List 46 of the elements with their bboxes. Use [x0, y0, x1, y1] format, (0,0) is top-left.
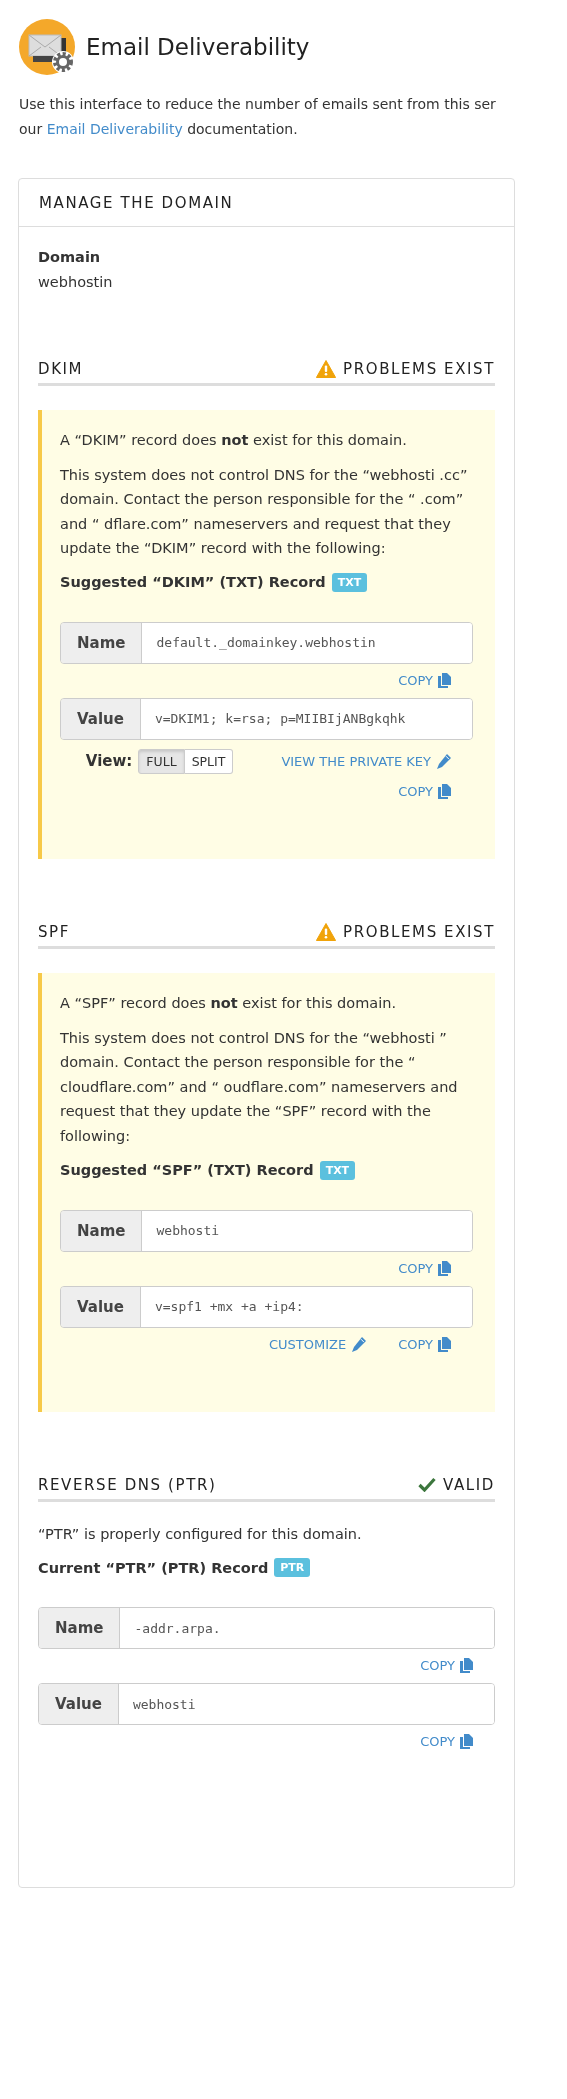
- section-heading: DKIM: [38, 360, 84, 378]
- copy-link[interactable]: COPY: [398, 783, 451, 799]
- check-icon: [418, 1477, 437, 1493]
- status-label: PROBLEMS EXIST: [343, 360, 495, 378]
- section-heading: REVERSE DNS (PTR): [38, 1475, 217, 1494]
- warning-icon: [316, 922, 337, 941]
- status-label: PROBLEMS EXIST: [343, 922, 495, 941]
- copy-link[interactable]: COPY: [420, 1658, 473, 1674]
- record-type-badge: PTR: [274, 1558, 311, 1578]
- card-title: MANAGE THE DOMAIN: [19, 179, 514, 227]
- message-text: “PTR” is properly configured for this domain.: [38, 1524, 363, 1544]
- copy-icon: [438, 1336, 451, 1352]
- documentation-link[interactable]: Email Deliverability: [46, 121, 183, 137]
- view-toggle-button[interactable]: SPLIT: [184, 748, 234, 774]
- copy-icon: [438, 672, 451, 688]
- copy-icon: [460, 1734, 473, 1750]
- message-text: This system does not control DNS for the “webhosti ” domain. Contact the person responsible for the “ cloudflare.com” and “ oudflare.com” nameservers and request that they update the “SPF” record with the following:: [60, 1028, 459, 1146]
- message-text: A “SPF” record does not exist for this domain.: [60, 993, 398, 1013]
- page-title: Email Deliverability: [86, 34, 310, 60]
- intro-text: Use this interface to reduce the number of emails sent from this ser our Email Deliverability documentation.: [19, 95, 497, 139]
- message-text: A “DKIM” record does not exist for this domain.: [60, 431, 408, 450]
- copy-link[interactable]: COPY: [398, 1260, 451, 1276]
- copy-icon: [460, 1658, 473, 1674]
- copy-link[interactable]: COPY: [398, 1336, 451, 1352]
- edit-link[interactable]: CUSTOMIZE: [269, 1336, 367, 1352]
- edit-link[interactable]: VIEW THE PRIVATE KEY: [281, 753, 451, 769]
- record-title: Suggested “SPF” (TXT) Record: [60, 1162, 314, 1179]
- copy-icon: [438, 1260, 451, 1276]
- pencil-icon: [436, 753, 451, 769]
- view-toggle-button[interactable]: FULL: [138, 748, 185, 774]
- domain-value: webhostin: [38, 274, 114, 290]
- record-title: Current “PTR” (PTR) Record: [38, 1559, 269, 1576]
- section-heading: SPF: [38, 922, 70, 941]
- copy-link[interactable]: COPY: [398, 672, 451, 688]
- copy-link[interactable]: COPY: [420, 1734, 473, 1750]
- view-label: View:: [85, 752, 133, 771]
- message-text: This system does not control DNS for the “webhosti .cc” domain. Contact the person responsible for the “ .com” and “ dflare.com” nameservers and request that they update the “DKIM” record with the following:: [60, 465, 469, 559]
- status-label: VALID: [443, 1475, 495, 1494]
- envelope-gear-icon: [19, 18, 77, 76]
- warning-icon: [316, 360, 337, 378]
- record-type-badge: TXT: [331, 572, 368, 592]
- pencil-icon: [351, 1336, 367, 1352]
- domain-label: Domain: [38, 249, 102, 265]
- copy-icon: [438, 783, 451, 799]
- record-type-badge: TXT: [319, 1160, 356, 1180]
- record-title: Suggested “DKIM” (TXT) Record: [60, 574, 326, 591]
